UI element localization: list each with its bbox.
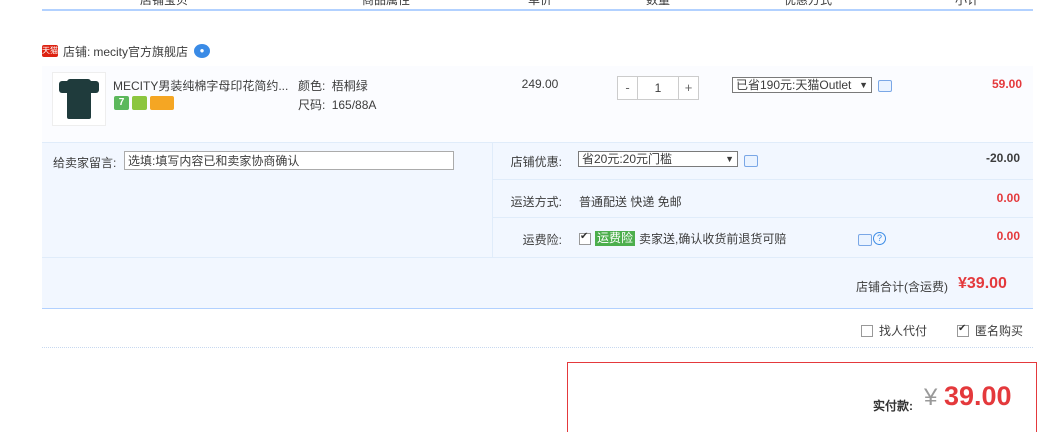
payment-currency: ¥ <box>924 384 938 411</box>
qty-plus-button[interactable]: + <box>678 76 699 100</box>
payment-label: 实付款: <box>873 399 913 413</box>
memo-label: 给卖家留言: <box>53 156 117 170</box>
header-label-price: 单价 <box>528 0 553 7</box>
divider <box>493 217 1033 218</box>
insurance-label: 运费险: <box>522 233 562 247</box>
color-value: 梧桐绿 <box>331 79 368 93</box>
7-day-return-icon[interactable]: 7 <box>114 96 129 110</box>
divider <box>42 347 1033 348</box>
shop-name-link[interactable]: mecity官方旗舰店 <box>93 43 188 60</box>
insurance-amount: 0.00 <box>996 229 1020 243</box>
item-subtotal: 59.00 <box>991 77 1022 91</box>
shop-prefix: 店铺: <box>63 44 91 59</box>
anonymous-label[interactable]: 匿名购买 <box>975 322 1023 339</box>
insurance-info-icon[interactable] <box>858 234 872 246</box>
shop-discount-info-icon[interactable] <box>744 155 758 167</box>
color-label: 颜色: <box>298 79 326 93</box>
insurance-checkbox[interactable] <box>579 231 591 245</box>
insurance-tag: 运费险 <box>595 231 636 246</box>
insurance-row: 运费险 卖家送,确认收货前退货可赔 <box>579 230 786 247</box>
qty-input[interactable]: 1 <box>638 76 678 100</box>
product-size: 尺码: 165/88A <box>298 96 376 113</box>
size-label: 尺码: <box>298 98 326 112</box>
divider <box>493 179 1033 180</box>
shop-discount-select[interactable]: 省20元:20元门槛 ▼ <box>578 151 738 167</box>
chevron-down-icon: ▼ <box>859 80 868 90</box>
item-discount-select[interactable]: 已省190元:天猫Outlet ▼ <box>732 77 872 93</box>
shop-discount-label: 店铺优惠: <box>510 155 562 169</box>
service-icons: 7 <box>114 96 174 110</box>
shop-discount-amount: -20.00 <box>985 151 1020 165</box>
product-color: 颜色: 梧桐绿 <box>298 77 368 94</box>
shop-header: 天猫 店铺: mecity官方旗舰店 ● <box>42 42 211 60</box>
quantity-stepper: - 1 + <box>617 76 699 100</box>
header-label-qty: 数量 <box>646 0 671 7</box>
memo-input[interactable]: 选填:填写内容已和卖家协商确认 <box>124 151 454 170</box>
shipping-label: 运送方式: <box>510 195 562 209</box>
shop-discount-value: 省20元:20元门槛 <box>582 152 673 166</box>
anonymous-checkbox[interactable] <box>957 323 969 337</box>
shop-total-amount: ¥39.00 <box>958 275 1007 292</box>
help-icon[interactable]: ? <box>873 232 886 245</box>
header-label-item: 店铺宝贝 <box>140 0 189 7</box>
header-label-subtotal: 小计 <box>955 0 980 7</box>
proxy-pay-option[interactable]: 找人代付 <box>861 322 927 339</box>
wangwang-chat-icon[interactable]: ● <box>194 44 211 58</box>
quality-guarantee-icon[interactable] <box>132 96 147 110</box>
shipping-amount: 0.00 <box>996 191 1020 205</box>
tshirt-image-icon <box>59 79 99 119</box>
proxy-pay-label[interactable]: 找人代付 <box>879 322 927 339</box>
shipping-value: 普通配送 快递 免邮 <box>579 195 682 209</box>
shop-total-label: 店铺合计(含运费) <box>856 280 948 294</box>
item-discount-value: 已省190元:天猫Outlet <box>736 78 852 92</box>
item-discount-info-icon[interactable] <box>878 80 892 92</box>
tmall-badge-icon: 天猫 <box>42 45 58 57</box>
unit-price: 249.00 <box>521 77 559 91</box>
payment-amount: 39.00 <box>944 381 1012 411</box>
product-thumbnail[interactable] <box>52 72 106 126</box>
anonymous-option[interactable]: 匿名购买 <box>957 322 1023 339</box>
chevron-down-icon: ▼ <box>725 154 734 164</box>
divider <box>42 257 1033 258</box>
qty-minus-button[interactable]: - <box>617 76 638 100</box>
insurance-desc: 卖家送,确认收货前退货可赔 <box>639 232 787 246</box>
header-label-attr: 商品属性 <box>362 0 411 7</box>
product-title-link[interactable]: MECITY男装纯棉字母印花简约... <box>113 77 293 94</box>
size-value: 165/88A <box>331 98 377 112</box>
credit-card-icon[interactable] <box>150 96 174 110</box>
proxy-pay-checkbox[interactable] <box>861 324 873 337</box>
header-label-discount: 优惠方式 <box>784 0 833 7</box>
